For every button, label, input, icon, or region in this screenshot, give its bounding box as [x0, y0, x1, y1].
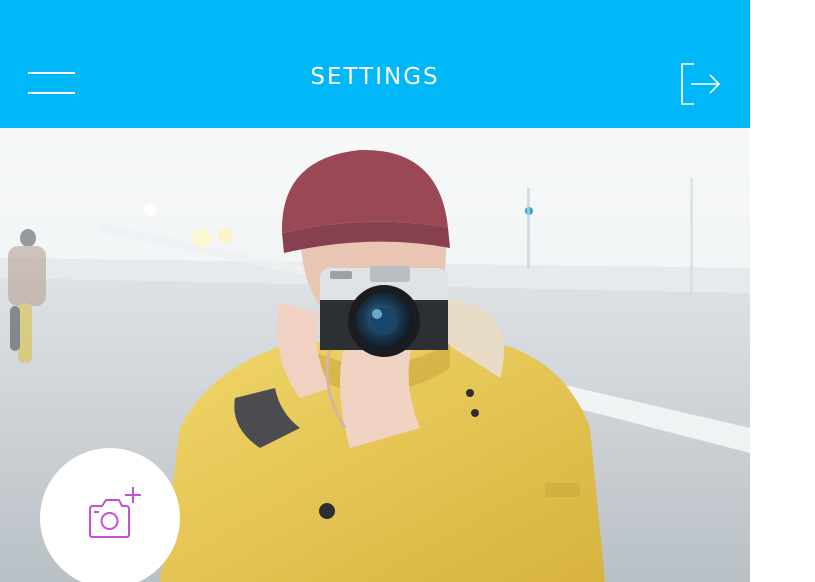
- settings-screen: SETTINGS: [0, 0, 750, 582]
- menu-icon-bar: [28, 92, 75, 94]
- logout-button[interactable]: [678, 60, 724, 106]
- camera-add-icon: [89, 487, 141, 538]
- page-title: SETTINGS: [310, 64, 440, 90]
- top-app-bar: SETTINGS: [0, 0, 750, 128]
- logout-icon: [681, 63, 721, 105]
- change-photo-button[interactable]: [40, 448, 180, 582]
